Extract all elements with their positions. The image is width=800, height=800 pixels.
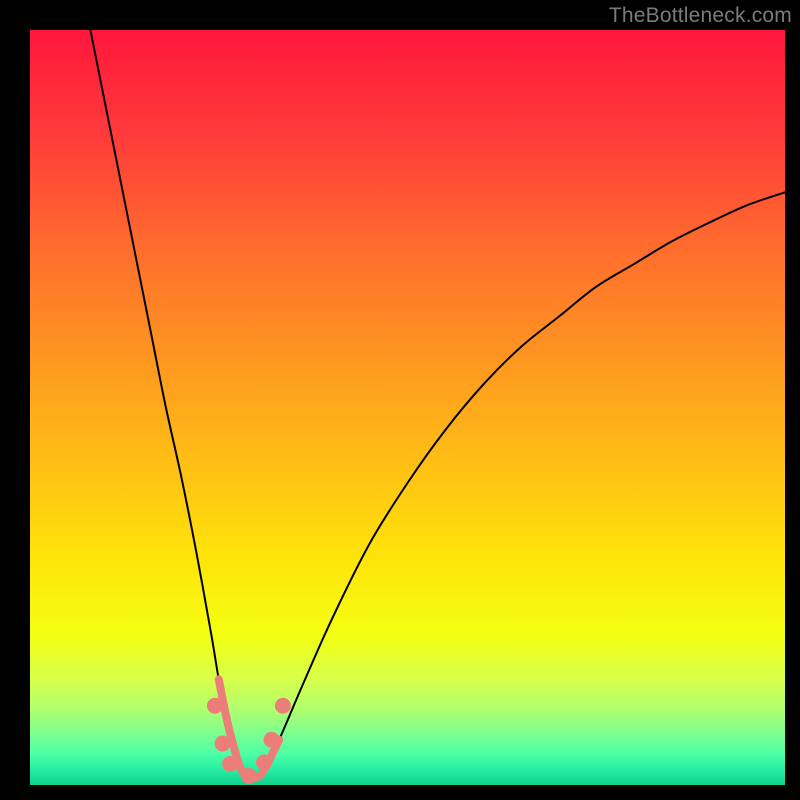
marker-dot <box>215 735 231 751</box>
highlight-markers <box>207 698 291 784</box>
marker-dot <box>275 698 291 714</box>
chart-svg <box>30 30 785 785</box>
plot-area <box>30 30 785 785</box>
outer-frame: TheBottleneck.com <box>0 0 800 800</box>
bottleneck-curve <box>90 30 785 778</box>
marker-dot <box>264 732 280 748</box>
marker-dot <box>222 756 238 772</box>
marker-dot <box>256 754 272 770</box>
marker-dot <box>241 768 257 784</box>
watermark-text: TheBottleneck.com <box>609 4 792 28</box>
marker-dot <box>207 698 223 714</box>
